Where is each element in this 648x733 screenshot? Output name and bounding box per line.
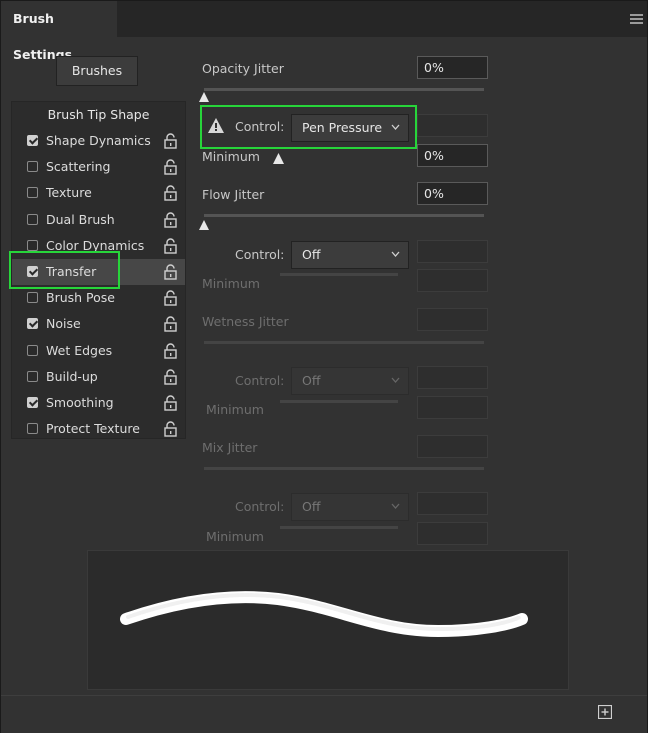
tab-bar: Brush Settings — [1, 1, 647, 62]
checkbox[interactable] — [27, 239, 38, 251]
mix-control-dropdown: Off — [291, 493, 409, 521]
lock-icon[interactable] — [164, 238, 177, 254]
flow-minimum-label: Minimum — [202, 276, 260, 291]
mix-jitter-label: Mix Jitter — [202, 440, 258, 455]
opacity-control-extra-field — [417, 114, 488, 137]
flow-control-value: Off — [302, 247, 321, 262]
opacity-jitter-field[interactable]: 0% — [417, 56, 488, 79]
new-preset-icon[interactable] — [598, 705, 612, 719]
opacity-jitter-slider[interactable] — [204, 88, 484, 91]
flow-jitter-slider-thumb[interactable] — [199, 220, 209, 230]
mix-jitter-field — [417, 435, 488, 458]
lock-icon[interactable] — [164, 133, 177, 149]
brush-option-label: Dual Brush — [46, 211, 115, 227]
wetness-minimum-slider — [280, 400, 398, 403]
lock-icon[interactable] — [164, 342, 177, 359]
checkbox[interactable] — [27, 318, 38, 330]
flow-minimum-slider — [280, 273, 398, 276]
lock-icon[interactable] — [164, 316, 177, 333]
flow-jitter-label: Flow Jitter — [202, 187, 265, 202]
brushes-button[interactable]: Brushes — [56, 56, 138, 86]
opacity-jitter-label: Opacity Jitter — [202, 61, 284, 76]
bottom-bar — [1, 695, 647, 733]
mix-control-value: Off — [302, 499, 321, 514]
tab-brush-settings[interactable]: Brush Settings — [1, 1, 117, 62]
brush-option-wet-edges[interactable]: Wet Edges — [12, 338, 185, 364]
control-highlight-box — [200, 105, 417, 149]
brush-option-label: Shape Dynamics — [46, 133, 151, 148]
lock-icon[interactable] — [164, 290, 177, 306]
mix-minimum-field — [417, 522, 488, 545]
chevron-down-icon — [391, 377, 400, 383]
opacity-minimum-field[interactable]: 0% — [417, 144, 488, 167]
mix-control-extra-field — [417, 492, 488, 515]
wetness-jitter-label: Wetness Jitter — [202, 314, 289, 329]
mix-jitter-slider — [204, 467, 484, 470]
opacity-minimum-slider-thumb[interactable] — [273, 153, 284, 164]
lock-icon[interactable] — [164, 159, 177, 175]
brush-tip-shape-item[interactable]: Brush Tip Shape — [12, 102, 185, 128]
checkbox[interactable] — [27, 135, 38, 146]
wetness-control-extra-field — [417, 366, 488, 389]
wetness-minimum-field — [417, 396, 488, 419]
chevron-down-icon — [391, 251, 400, 257]
brush-option-label: Wet Edges — [46, 342, 113, 358]
checkbox[interactable] — [27, 397, 38, 408]
checkbox[interactable] — [27, 344, 38, 356]
flow-jitter-field[interactable]: 0% — [417, 182, 488, 205]
checkbox[interactable] — [27, 213, 38, 225]
brush-option-protect-texture[interactable]: Protect Texture — [12, 416, 185, 442]
brush-option-smoothing[interactable]: Smoothing — [12, 390, 185, 416]
lock-icon[interactable] — [164, 211, 177, 228]
opacity-minimum-label: Minimum — [202, 149, 260, 164]
wetness-jitter-field — [417, 308, 488, 331]
wetness-control-value: Off — [302, 373, 321, 388]
flow-control-label: Control: — [235, 247, 285, 262]
checkbox[interactable] — [27, 370, 38, 382]
wetness-control-dropdown: Off — [291, 367, 409, 395]
flow-minimum-field — [417, 269, 488, 292]
mix-control-label: Control: — [235, 499, 285, 514]
brush-option-label: Build-up — [46, 368, 98, 384]
brush-option-label: Scattering — [46, 159, 111, 175]
lock-icon[interactable] — [164, 395, 177, 411]
brush-option-label: Smoothing — [46, 395, 114, 410]
brush-option-shape-dynamics[interactable]: Shape Dynamics — [12, 128, 185, 154]
lock-icon[interactable] — [164, 421, 177, 437]
brush-option-build-up[interactable]: Build-up — [12, 364, 185, 390]
brush-settings-panel: Brush Settings Brushes Brush Tip Shape S… — [0, 0, 648, 733]
wetness-minimum-label: Minimum — [206, 402, 264, 417]
checkbox[interactable] — [27, 161, 38, 173]
flow-control-extra-field — [417, 240, 488, 263]
checkbox[interactable] — [27, 423, 38, 435]
checkbox[interactable] — [27, 187, 38, 199]
brush-option-label: Protect Texture — [46, 421, 140, 437]
lock-icon[interactable] — [164, 264, 177, 280]
mix-minimum-slider — [280, 526, 398, 529]
wetness-jitter-slider — [204, 341, 484, 344]
brush-stroke — [120, 591, 528, 637]
opacity-jitter-slider-thumb[interactable] — [199, 92, 209, 102]
transfer-highlight-box — [9, 251, 120, 289]
chevron-down-icon — [391, 503, 400, 509]
lock-icon[interactable] — [164, 369, 177, 385]
mix-minimum-label: Minimum — [206, 529, 264, 544]
brush-option-dual-brush[interactable]: Dual Brush — [12, 207, 185, 233]
brush-option-texture[interactable]: Texture — [12, 180, 185, 206]
lock-icon[interactable] — [164, 185, 177, 202]
brush-option-scattering[interactable]: Scattering — [12, 154, 185, 180]
wetness-control-label: Control: — [235, 373, 285, 388]
flow-control-dropdown[interactable]: Off — [291, 241, 409, 269]
flow-jitter-slider[interactable] — [204, 214, 484, 217]
brush-stroke-preview — [87, 550, 569, 690]
brush-option-noise[interactable]: Noise — [12, 311, 185, 337]
checkbox[interactable] — [27, 292, 38, 304]
brush-option-label: Brush Pose — [46, 290, 115, 306]
panel-menu-icon[interactable] — [630, 14, 643, 24]
brush-option-label: Texture — [46, 185, 92, 201]
brush-option-brush-pose[interactable]: Brush Pose — [12, 285, 185, 311]
brush-option-label: Noise — [46, 316, 81, 332]
